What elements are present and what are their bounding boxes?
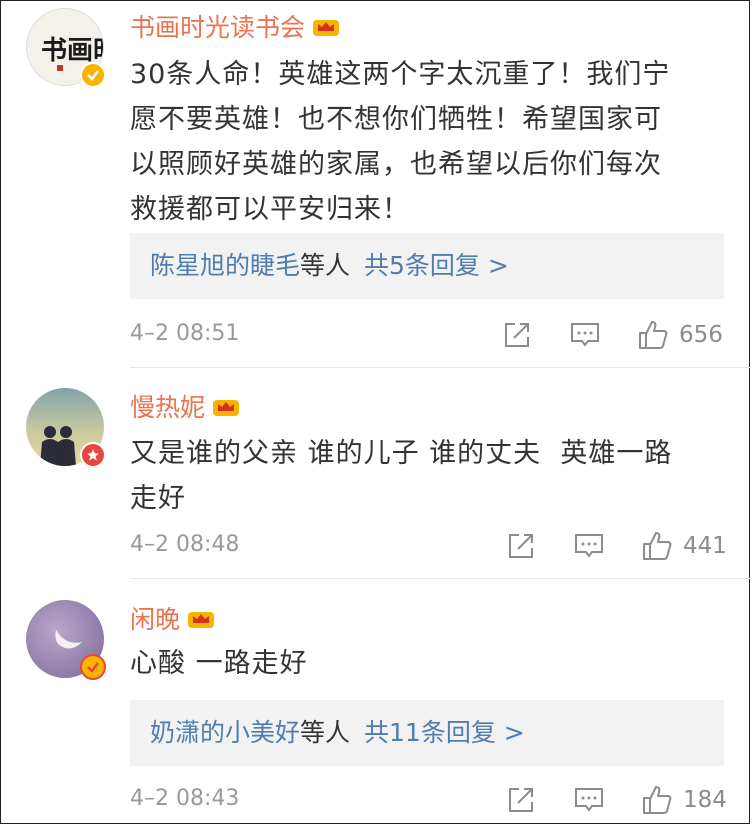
red-star-badge-icon <box>80 442 106 468</box>
reply-others-text: 等人 <box>300 718 351 747</box>
comment-line: 救援都可以平安归来！ <box>130 194 410 225</box>
crown-vip-icon <box>188 612 215 628</box>
crown-vip-icon <box>213 400 240 416</box>
crown-vip-icon <box>313 20 340 36</box>
username-text[interactable]: 书画时光读书会 <box>130 8 305 44</box>
like-button[interactable]: 184 <box>641 780 727 820</box>
thumbs-up-icon <box>643 786 672 814</box>
share-icon[interactable] <box>507 526 535 566</box>
like-button[interactable]: 656 <box>637 315 723 355</box>
like-count: 441 <box>683 533 727 559</box>
comment-text: 30条人命！英雄这两个字太沉重了！我们宁 愿不要英雄！也不想你们牺牲！希望国家可… <box>130 52 720 232</box>
reply-others-text: 等人 <box>300 251 351 280</box>
comment-meta: 4–2 08:43 184 <box>0 780 752 820</box>
comment-meta: 4–2 08:48 441 <box>0 526 752 566</box>
reply-user-link[interactable]: 陈星旭的睫毛 <box>150 251 300 280</box>
reply-user-link[interactable]: 奶潇的小美好 <box>150 718 300 747</box>
avatar[interactable]: 书画时光 <box>26 8 106 88</box>
comment-line: 以照顾好英雄的家属，也希望以后你们每次 <box>130 149 662 180</box>
reply-count-link[interactable]: 共11条回复 > <box>364 718 525 747</box>
comment-line: 心酸 一路走好 <box>130 648 308 679</box>
comment-icon[interactable] <box>574 526 604 566</box>
share-icon[interactable] <box>503 315 531 355</box>
share-icon[interactable] <box>507 780 535 820</box>
timestamp: 4–2 08:48 <box>130 532 240 557</box>
divider <box>130 578 750 579</box>
comment-line: 愿不要英雄！也不想你们牺牲！希望国家可 <box>130 104 662 135</box>
username[interactable]: 闲晚 <box>130 600 216 636</box>
thumbs-up-icon <box>643 532 672 560</box>
reply-count-link[interactable]: 共5条回复 > <box>364 251 509 280</box>
comment-line: 又是谁的父亲 谁的儿子 谁的丈夫 英雄一路 <box>130 438 673 469</box>
username-text[interactable]: 闲晚 <box>130 600 180 636</box>
comment-icon[interactable] <box>570 315 600 355</box>
verified-badge-icon <box>80 654 106 680</box>
avatar[interactable] <box>26 388 106 468</box>
timestamp: 4–2 08:43 <box>130 786 240 811</box>
replies-box[interactable]: 奶潇的小美好等人 共11条回复 > <box>130 700 724 766</box>
comment-text: 又是谁的父亲 谁的儿子 谁的丈夫 英雄一路 走好 <box>130 431 720 521</box>
timestamp: 4–2 08:51 <box>130 321 240 346</box>
thumbs-up-icon <box>639 321 668 349</box>
comment-line: 30条人命！英雄这两个字太沉重了！我们宁 <box>130 59 671 90</box>
comment-line: 走好 <box>130 483 186 514</box>
like-count: 656 <box>679 322 723 348</box>
comment-meta: 4–2 08:51 656 <box>0 315 752 355</box>
like-count: 184 <box>683 787 727 813</box>
avatar[interactable] <box>26 600 106 680</box>
username-text[interactable]: 慢热妮 <box>130 388 205 424</box>
comment-text: 心酸 一路走好 <box>130 641 720 686</box>
divider <box>130 367 750 368</box>
like-button[interactable]: 441 <box>641 526 727 566</box>
username[interactable]: 慢热妮 <box>130 388 241 424</box>
verified-badge-icon <box>80 62 106 88</box>
replies-box[interactable]: 陈星旭的睫毛等人 共5条回复 > <box>130 233 724 299</box>
comment-icon[interactable] <box>574 780 604 820</box>
username[interactable]: 书画时光读书会 <box>130 8 341 44</box>
